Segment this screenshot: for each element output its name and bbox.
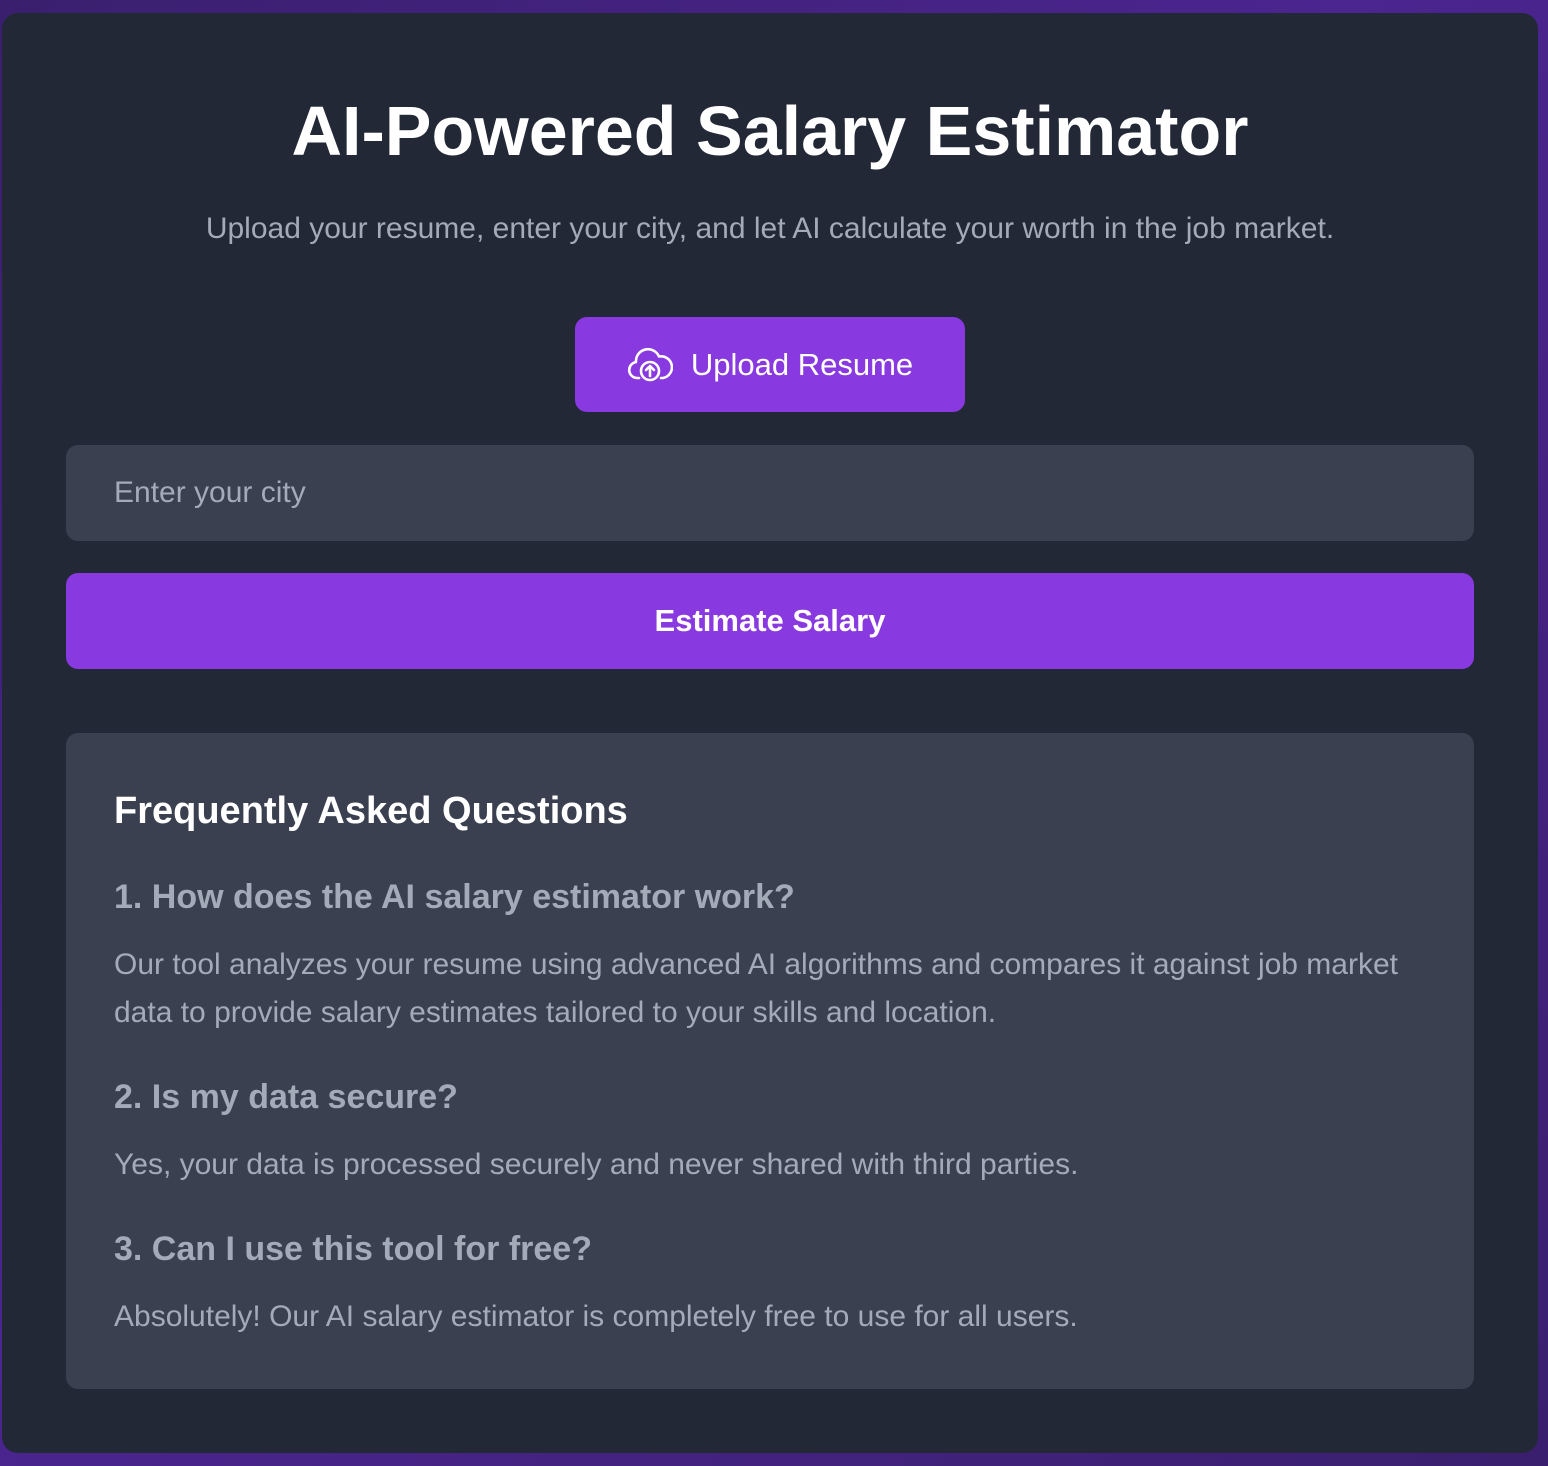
page-title: AI-Powered Salary Estimator: [291, 92, 1249, 170]
page-subtitle: Upload your resume, enter your city, and…: [205, 212, 1335, 245]
city-input[interactable]: [66, 445, 1474, 541]
faq-title: Frequently Asked Questions: [114, 790, 628, 832]
faq-question-3: 3. Can I use this tool for free?: [114, 1230, 592, 1268]
cloud-upload-icon: [627, 347, 673, 383]
faq-section: Frequently Asked Questions 1. How does t…: [66, 733, 1474, 1389]
faq-answer-1: Our tool analyzes your resume using adva…: [114, 948, 1398, 1029]
upload-resume-button[interactable]: Upload Resume: [575, 317, 965, 412]
faq-answer-2: Yes, your data is processed securely and…: [114, 1148, 1079, 1181]
estimate-salary-button[interactable]: Estimate Salary: [66, 573, 1474, 669]
main-card: AI-Powered Salary Estimator Upload your …: [2, 13, 1538, 1453]
upload-resume-label: Upload Resume: [690, 346, 914, 382]
faq-question-1: 1. How does the AI salary estimator work…: [114, 878, 795, 916]
faq-question-2: 2. Is my data secure?: [114, 1078, 458, 1116]
faq-answer-3: Absolutely! Our AI salary estimator is c…: [114, 1300, 1078, 1333]
